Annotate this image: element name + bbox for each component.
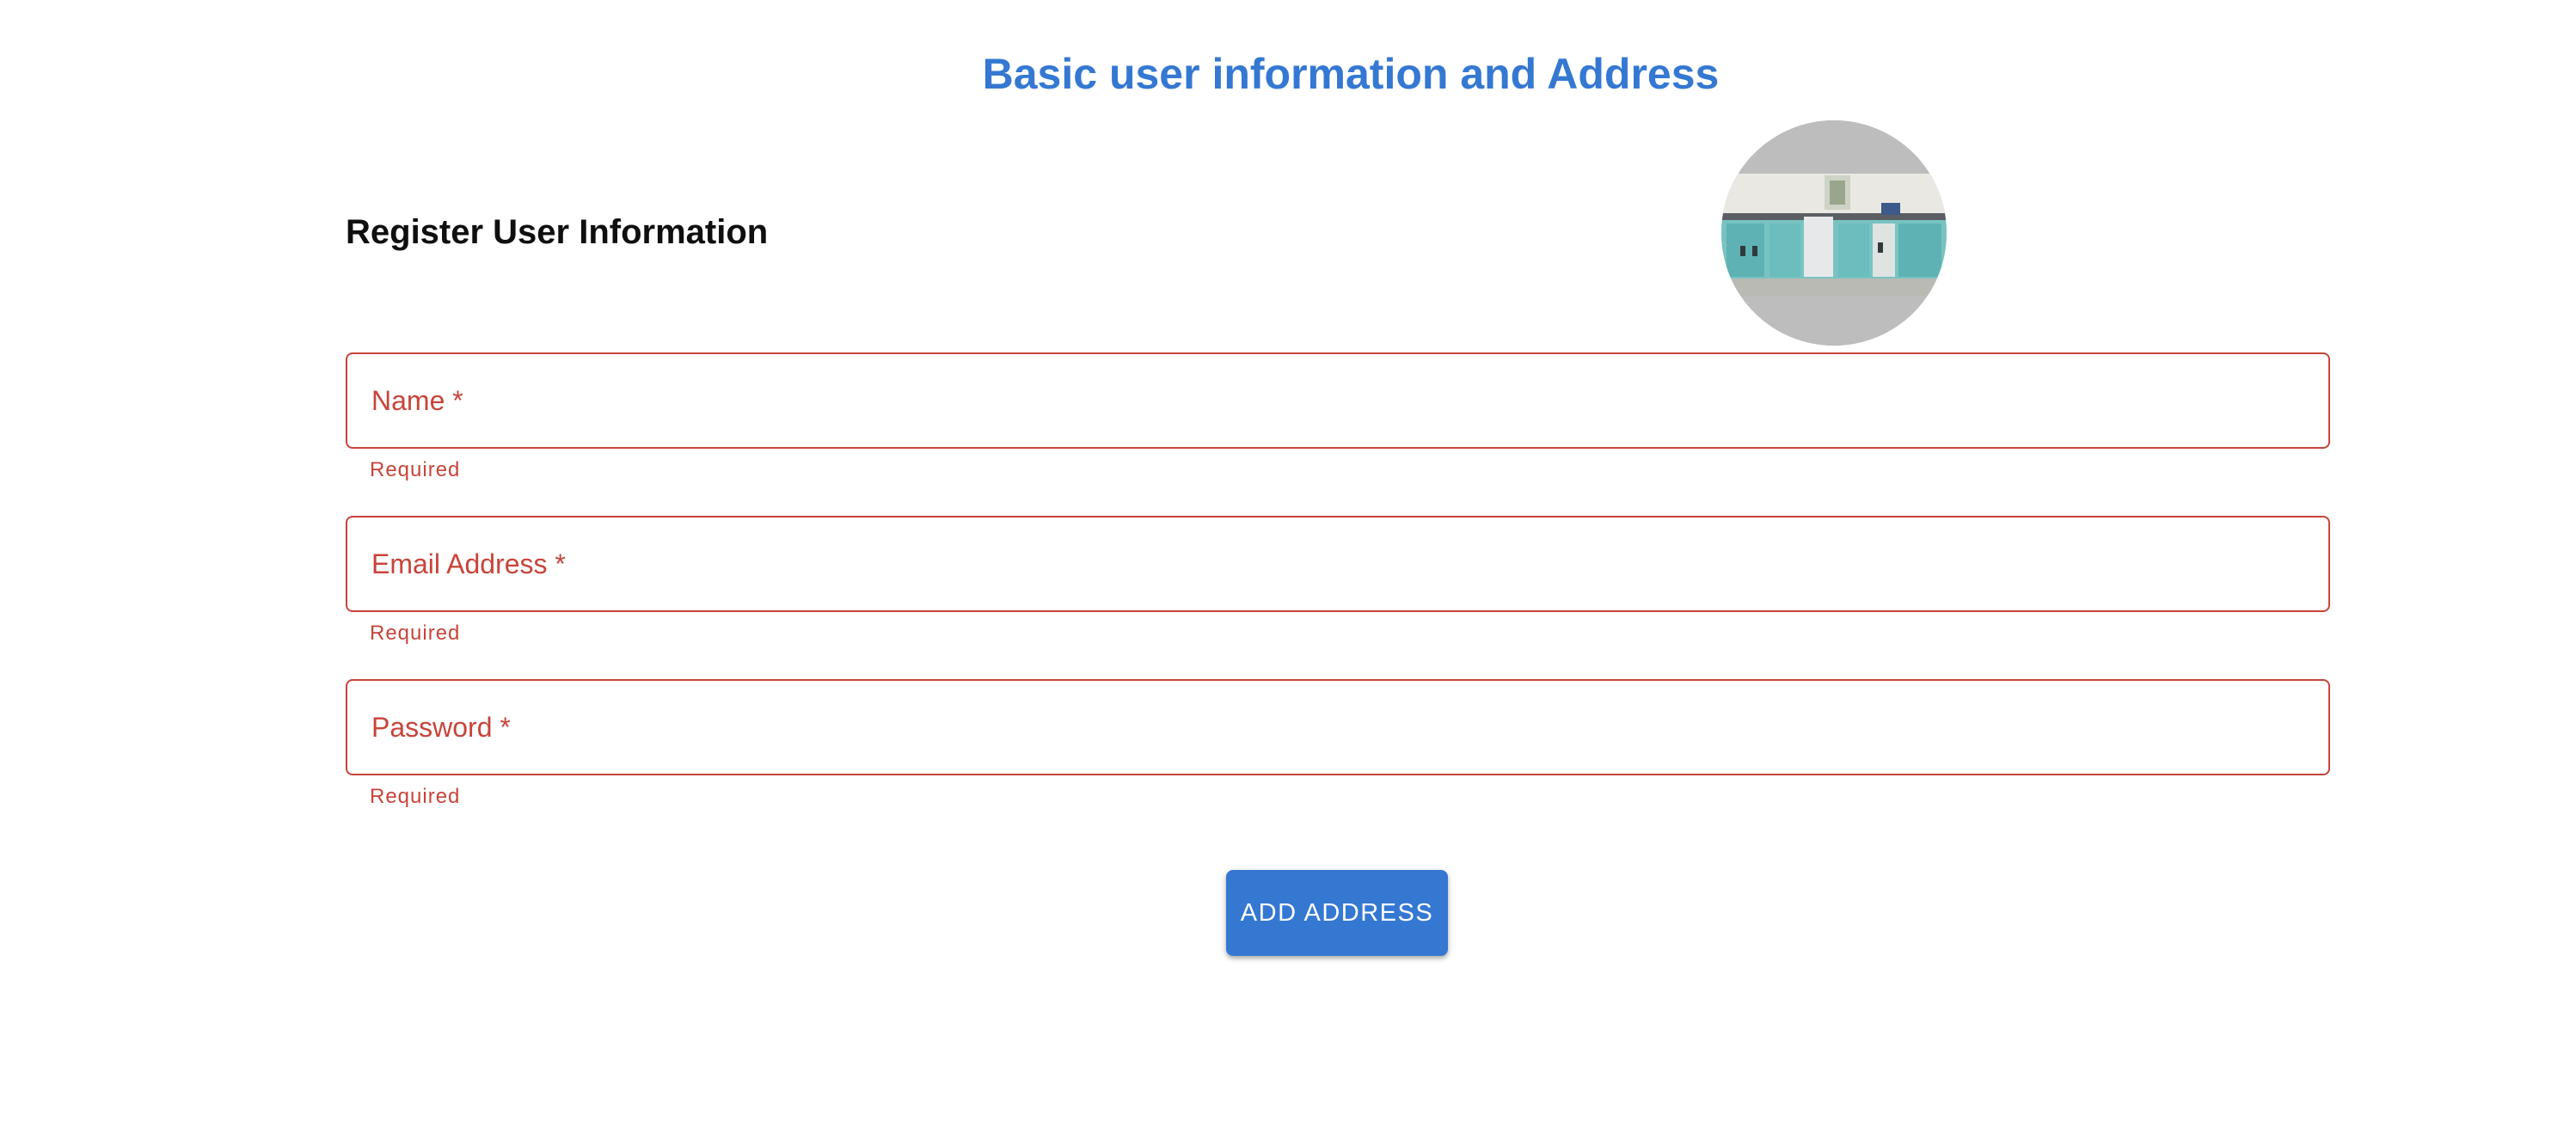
page-title: Basic user information and Address <box>982 50 1720 98</box>
name-field-helper: Required <box>370 458 461 481</box>
avatar[interactable] <box>1721 120 1947 346</box>
email-field[interactable]: Email Address * <box>346 516 2330 612</box>
password-field-label: Password * <box>371 712 511 743</box>
password-field-helper: Required <box>370 785 461 808</box>
section-title: Register User Information <box>346 213 769 251</box>
add-address-button[interactable]: ADD ADDRESS <box>1226 870 1448 956</box>
password-field[interactable]: Password * <box>346 679 2330 775</box>
profile-photo <box>1721 120 1947 346</box>
email-field-helper: Required <box>370 622 461 645</box>
name-field[interactable]: Name * <box>346 352 2330 449</box>
name-field-label: Name * <box>371 385 463 416</box>
page: Basic user information and Address Regis… <box>0 0 2576 1133</box>
email-field-label: Email Address * <box>371 548 566 579</box>
